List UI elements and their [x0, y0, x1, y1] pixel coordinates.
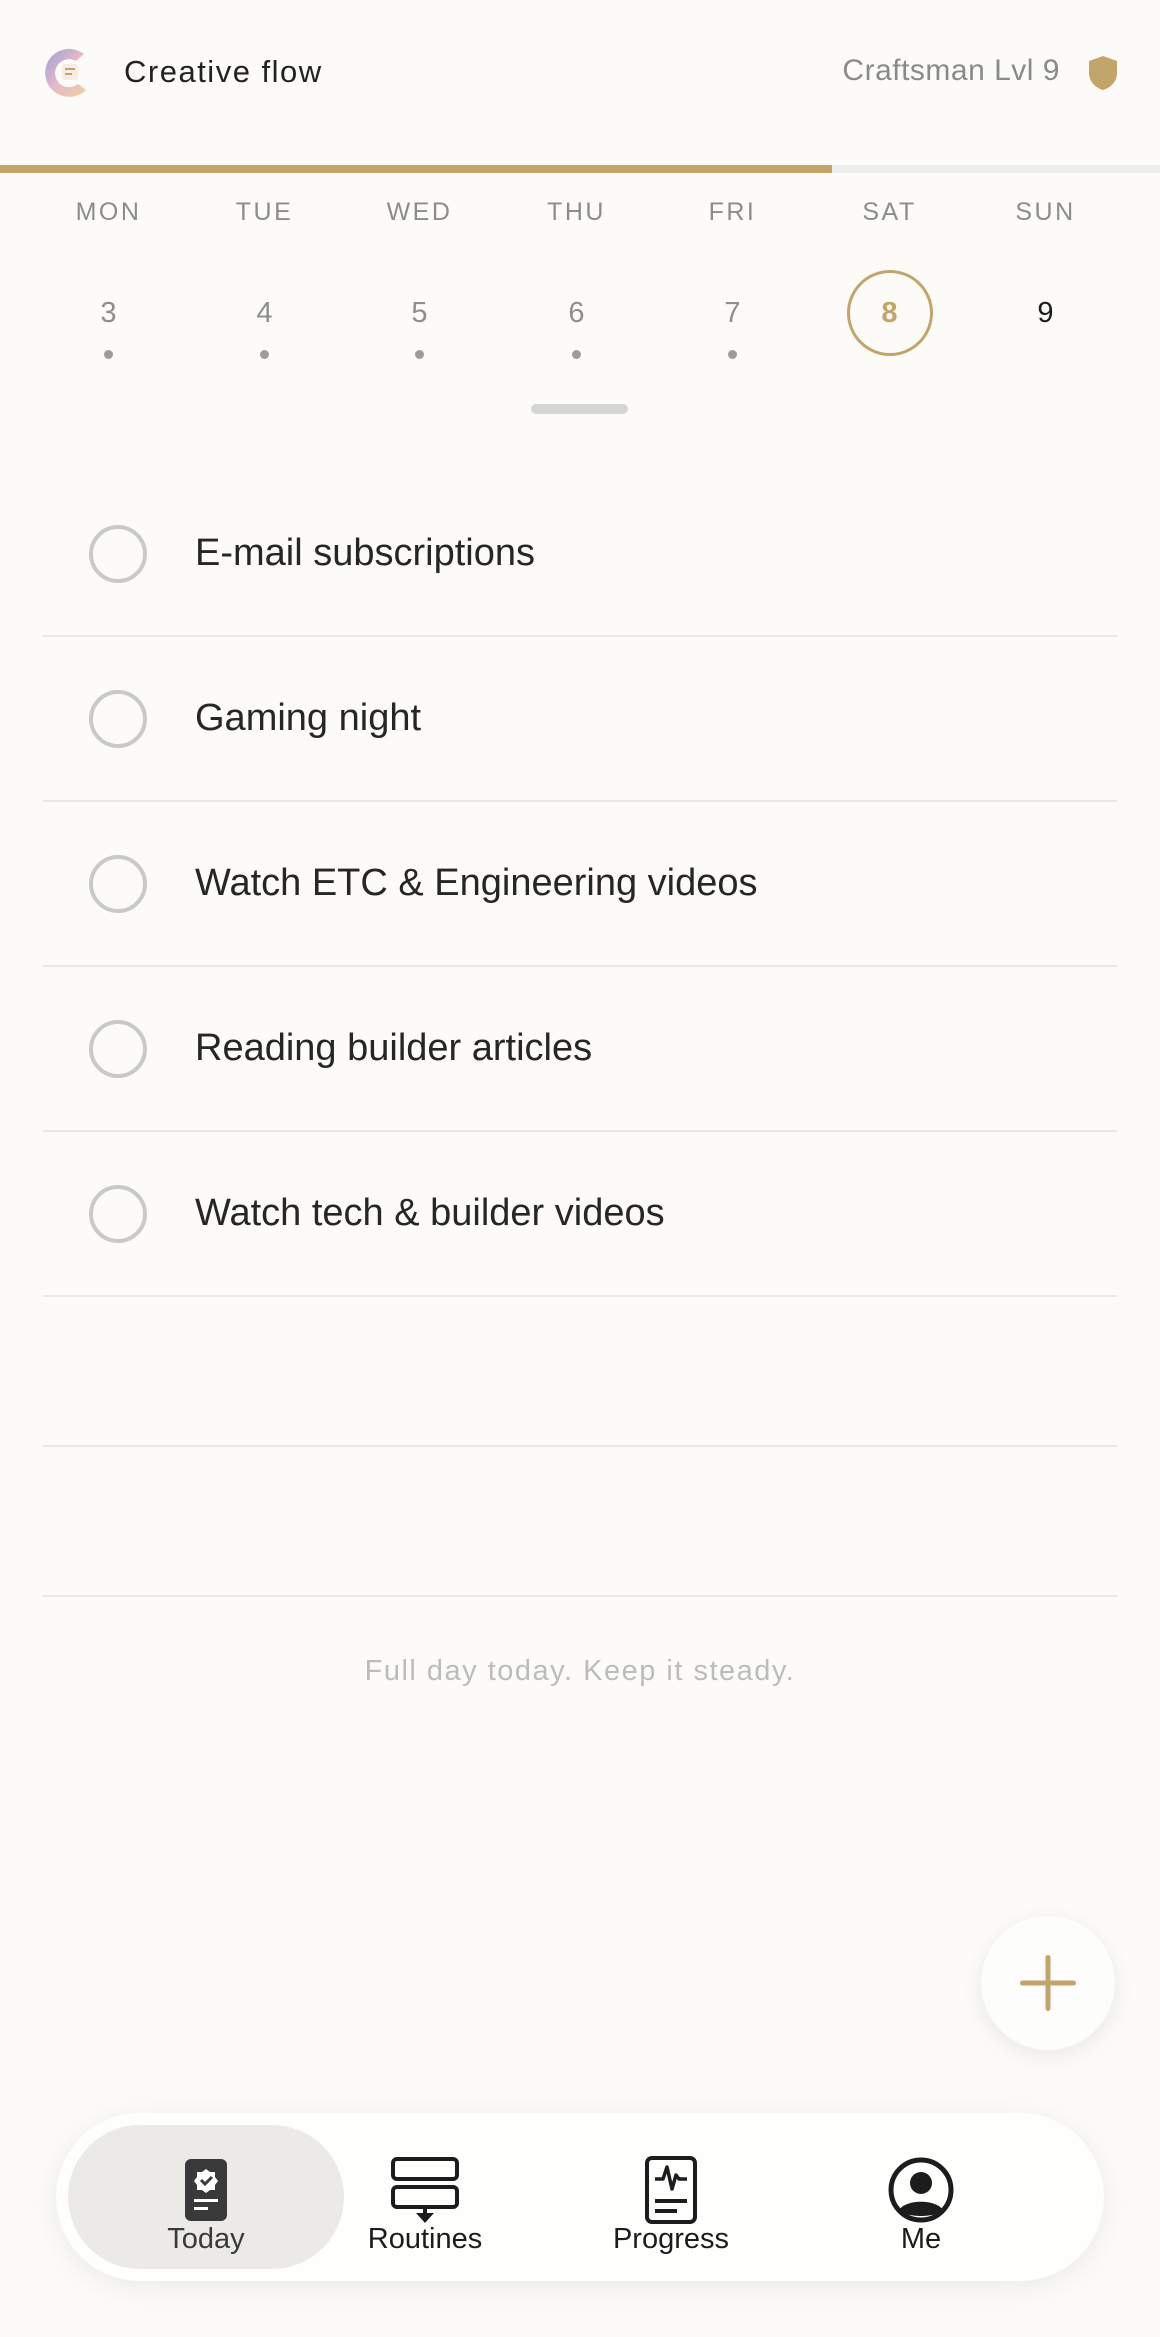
day-sat[interactable]: SAT 8	[811, 190, 968, 370]
nav-label: Routines	[367, 2223, 483, 2255]
app-title: Creative flow	[124, 54, 323, 89]
daily-progress-bar	[0, 165, 1160, 173]
day-number[interactable]: 8	[846, 270, 933, 356]
week-strip: MON 3 TUE 4 WED 5 THU 6 FRI 7 SAT 8 SUN 9	[0, 190, 1160, 370]
activity-dot	[260, 350, 269, 359]
app-logo-icon[interactable]	[40, 44, 96, 100]
day-thu[interactable]: THU 6	[498, 190, 655, 370]
task-label: Watch ETC & Engineering videos	[195, 862, 758, 904]
nav-label: Progress	[612, 2223, 730, 2255]
day-name: MON	[75, 198, 142, 226]
day-name: FRI	[708, 198, 757, 226]
day-name: THU	[547, 198, 606, 226]
task-checkbox[interactable]	[89, 1020, 147, 1078]
task-list: E-mail subscriptions Gaming night Watch ET…	[43, 472, 1117, 1597]
day-number[interactable]: 9	[1003, 270, 1089, 356]
task-checkbox[interactable]	[89, 525, 147, 583]
nav-routines[interactable]: Routines	[300, 2125, 550, 2269]
day-name: TUE	[235, 198, 294, 226]
activity-dot	[415, 350, 424, 359]
footer-message: Full day today. Keep it steady.	[364, 1655, 796, 1687]
today-clipboard-icon	[171, 2155, 241, 2225]
task-label: Reading builder articles	[195, 1027, 593, 1069]
shield-badge-icon[interactable]	[1087, 55, 1119, 91]
empty-task-slot[interactable]	[43, 1297, 1117, 1447]
level-label[interactable]: Craftsman Lvl 9	[842, 54, 1060, 88]
day-wed[interactable]: WED 5	[341, 190, 498, 370]
task-label: Watch tech & builder videos	[195, 1192, 665, 1234]
profile-avatar-icon	[886, 2155, 956, 2225]
day-number[interactable]: 7	[690, 270, 776, 356]
empty-task-slot[interactable]	[43, 1447, 1117, 1597]
day-sun[interactable]: SUN 9	[967, 190, 1124, 370]
day-number[interactable]: 4	[222, 270, 308, 356]
nav-label: Me	[900, 2223, 942, 2255]
task-checkbox[interactable]	[89, 1185, 147, 1243]
sheet-drag-handle[interactable]	[531, 404, 628, 414]
bottom-navigation: Today Routines Progress Me	[56, 2113, 1104, 2281]
add-task-button[interactable]	[981, 1916, 1115, 2050]
day-name: SUN	[1015, 198, 1076, 226]
task-checkbox[interactable]	[89, 690, 147, 748]
activity-dot	[728, 350, 737, 359]
day-number[interactable]: 5	[377, 270, 463, 356]
day-number[interactable]: 6	[534, 270, 620, 356]
day-name: WED	[386, 198, 453, 226]
activity-dot	[572, 350, 581, 359]
task-label: Gaming night	[195, 697, 422, 739]
day-number[interactable]: 3	[66, 270, 152, 356]
activity-dot	[104, 350, 113, 359]
nav-me[interactable]: Me	[796, 2125, 1046, 2269]
day-tue[interactable]: TUE 4	[186, 190, 343, 370]
routines-stack-icon	[390, 2155, 460, 2225]
nav-progress[interactable]: Progress	[546, 2125, 796, 2269]
task-label: E-mail subscriptions	[195, 532, 535, 574]
plus-icon	[1020, 1955, 1076, 2011]
task-row[interactable]: E-mail subscriptions	[43, 472, 1117, 637]
day-fri[interactable]: FRI 7	[654, 190, 811, 370]
header: Creative flow Craftsman Lvl 9	[0, 0, 1160, 150]
task-row[interactable]: Gaming night	[43, 637, 1117, 802]
task-checkbox[interactable]	[89, 855, 147, 913]
task-row[interactable]: Reading builder articles	[43, 967, 1117, 1132]
task-row[interactable]: Watch tech & builder videos	[43, 1132, 1117, 1297]
progress-report-icon	[636, 2155, 706, 2225]
day-name: SAT	[862, 198, 917, 226]
day-mon[interactable]: MON 3	[30, 190, 187, 370]
task-row[interactable]: Watch ETC & Engineering videos	[43, 802, 1117, 967]
progress-fill	[0, 165, 832, 173]
today-screen: Creative flow Craftsman Lvl 9 MON 3 TUE 4 WE…	[0, 0, 1160, 2337]
